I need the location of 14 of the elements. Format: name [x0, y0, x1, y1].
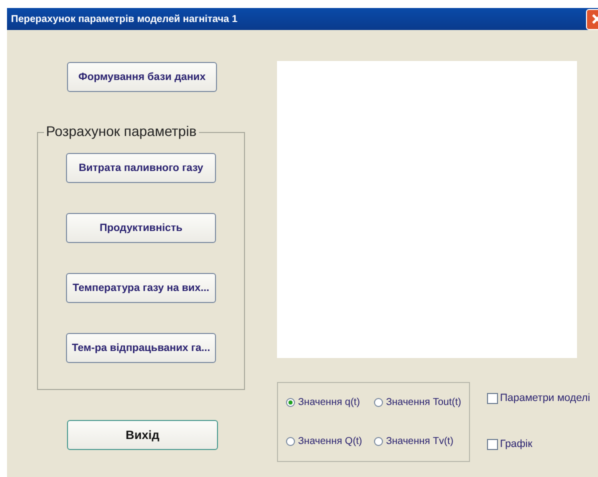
group-title: Розрахунок параметрів	[44, 123, 199, 139]
exit-button[interactable]: Вихід	[67, 420, 218, 450]
calculate-button[interactable]: Температура газу на вих...	[66, 273, 216, 303]
calculate-button[interactable]: Тем-ра відпрацьваних га...	[66, 333, 216, 363]
checkbox[interactable]: Параметри моделі	[487, 392, 590, 404]
radio-option[interactable]: Значення Tv(t)	[374, 436, 469, 447]
radio-option[interactable]: Значення Q(t)	[286, 436, 370, 447]
radio-option[interactable]: Значення q(t)	[286, 397, 370, 408]
checkbox[interactable]: Графік	[487, 438, 590, 450]
radio-option[interactable]: Значення Tout(t)	[374, 397, 469, 408]
database-button[interactable]: Формування бази даних	[67, 62, 217, 92]
calculate-button[interactable]: Продуктивність	[66, 213, 216, 243]
window-title: Перерахунок параметрів моделей нагнітача 1	[11, 14, 238, 24]
calculate-button[interactable]: Витрата паливного газу	[66, 153, 216, 183]
